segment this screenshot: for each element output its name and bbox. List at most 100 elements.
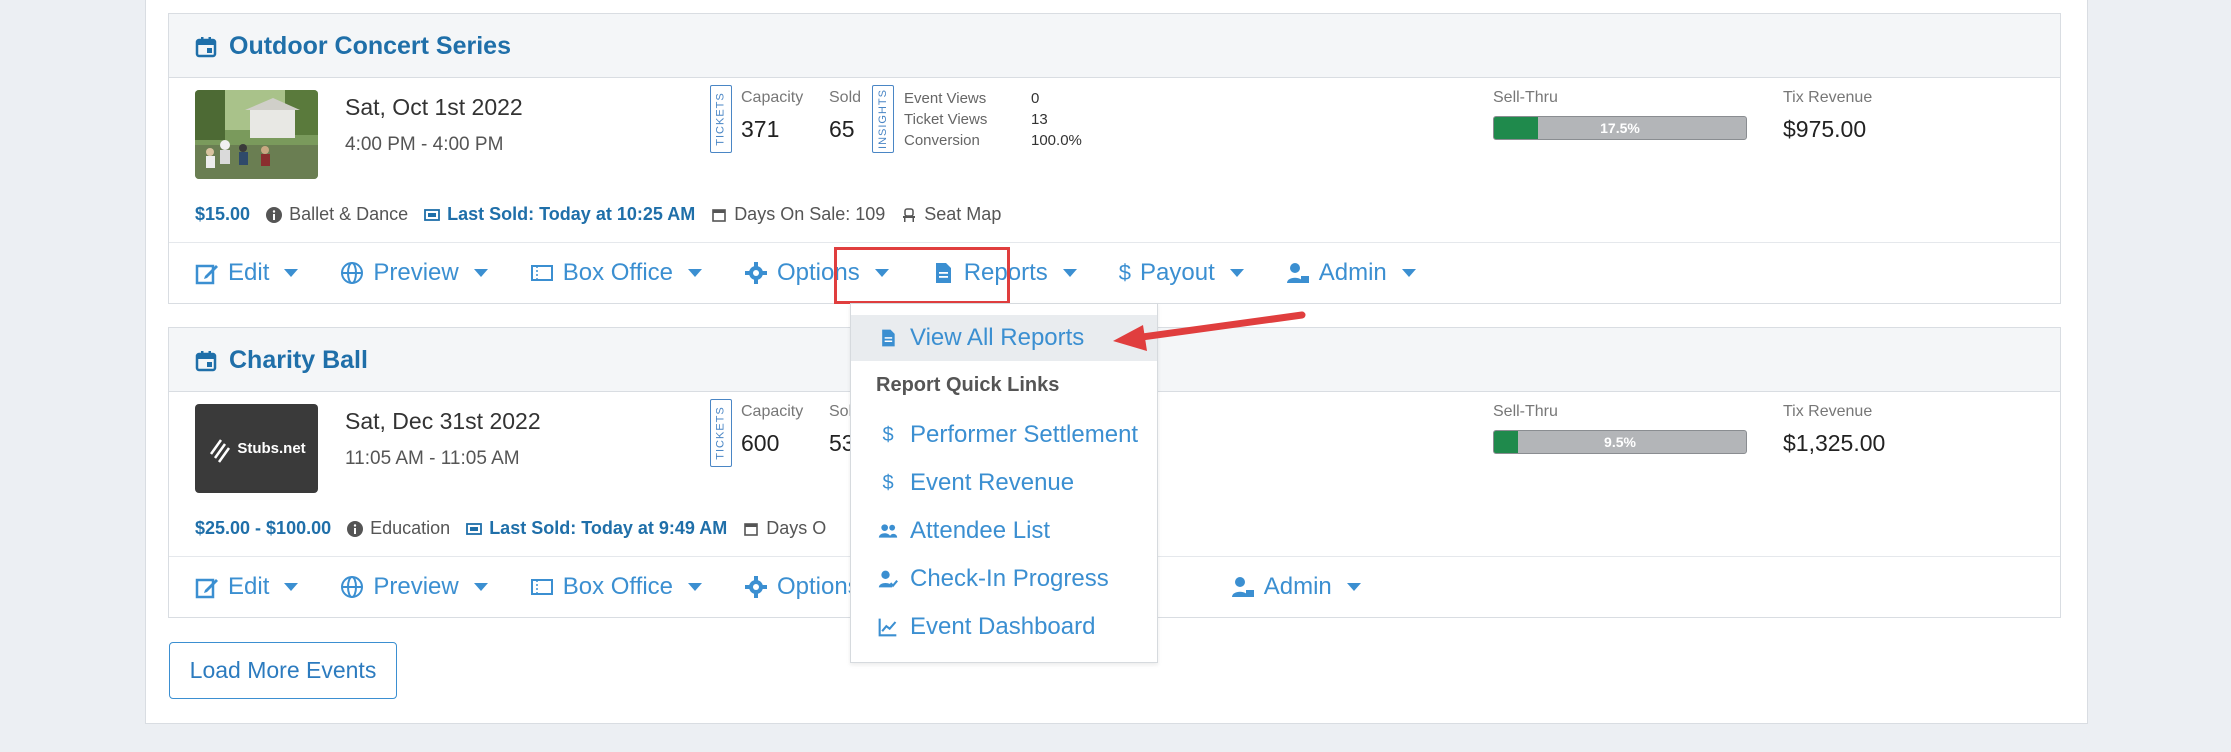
edit-label: Edit [228, 573, 270, 600]
insights-tag-label: INSIGHTS [877, 89, 890, 149]
last-sold: Last Sold: Today at 9:49 AM [466, 518, 727, 539]
event-revenue-label: Event Revenue [910, 469, 1075, 496]
load-more-button[interactable]: Load More Events [169, 642, 397, 699]
attendee-list-item[interactable]: Attendee List [851, 508, 1157, 554]
sellthru-label: Sell-Thru [1493, 403, 1558, 420]
file-icon [882, 329, 895, 347]
edit-dropdown[interactable]: Edit [195, 245, 310, 301]
days-on-sale: Days O [743, 518, 826, 539]
admin-label: Admin [1263, 573, 1332, 600]
event-price: $15.00 [195, 204, 251, 224]
chevron-down-icon [1401, 269, 1416, 277]
stubs-logo-icon [210, 438, 231, 463]
chevron-down-icon [284, 583, 299, 591]
report-quick-links-header: Report Quick Links [876, 374, 1060, 396]
revenue-label: Tix Revenue [1783, 403, 1873, 420]
seat-map-link[interactable]: Seat Map [901, 204, 1001, 225]
line-chart-icon [878, 618, 897, 637]
ticket-icon [530, 579, 553, 595]
gear-icon [745, 576, 767, 598]
edit-icon [195, 578, 218, 599]
insights-tag: INSIGHTS [872, 85, 894, 153]
box-office-label: Box Office [562, 259, 673, 286]
calendar-icon [712, 208, 726, 222]
event-category[interactable]: Education [347, 518, 450, 539]
insight-ticket-views-value: 13 [1031, 111, 1048, 128]
revenue-value: $1,325.00 [1783, 430, 1886, 456]
event-title[interactable]: Charity Ball [195, 346, 368, 375]
view-all-reports-label: View All Reports [910, 324, 1085, 351]
capacity-value: 371 [741, 116, 780, 142]
event-date: Sat, Dec 31st 2022 [345, 408, 541, 434]
sold-label: Sold [829, 89, 862, 106]
tickets-tag-label: TICKETS [715, 406, 728, 460]
info-icon [266, 206, 283, 223]
reports-dropdown-menu: View All Reports Report Quick Links $ Pe… [850, 303, 1158, 663]
box-office-dropdown[interactable]: Box Office [530, 245, 714, 301]
event-dashboard-label: Event Dashboard [910, 613, 1096, 640]
capacity-label: Capacity [741, 403, 804, 420]
event-thumbnail[interactable]: Stubs.net [195, 404, 318, 493]
event-dashboard-item[interactable]: Event Dashboard [851, 604, 1157, 650]
event-category[interactable]: Ballet & Dance [266, 204, 408, 225]
chevron-down-icon [1229, 269, 1244, 277]
ticket-icon [424, 208, 441, 221]
info-icon [347, 520, 364, 537]
attendee-list-label: Attendee List [910, 517, 1051, 544]
options-label: Options [777, 573, 860, 600]
sellthru-bar-text: 9.5% [1604, 434, 1636, 450]
check-in-progress-item[interactable]: Check-In Progress [851, 556, 1157, 602]
calendar-icon [195, 36, 217, 57]
chevron-down-icon [688, 269, 702, 277]
stubs-logo-text: Stubs.net [237, 440, 306, 457]
users-icon [878, 524, 898, 538]
event-revenue-item[interactable]: $ Event Revenue [851, 460, 1157, 506]
edit-dropdown[interactable]: Edit [195, 559, 310, 615]
event-title[interactable]: Outdoor Concert Series [195, 32, 511, 61]
insight-conversion-label: Conversion [904, 132, 980, 149]
preview-dropdown[interactable]: Preview [340, 245, 499, 301]
payout-dropdown[interactable]: $ Payout [1119, 245, 1256, 301]
sellthru-bar: 9.5% [1493, 430, 1747, 454]
seat-icon [903, 207, 916, 222]
chevron-down-icon [688, 583, 702, 591]
preview-label: Preview [373, 573, 459, 600]
payout-label: Payout [1140, 259, 1215, 286]
sold-label: Sol [829, 403, 853, 420]
insight-conversion-value: 100.0% [1031, 132, 1082, 149]
box-office-label: Box Office [562, 573, 673, 600]
chevron-down-icon [473, 269, 488, 277]
preview-dropdown[interactable]: Preview [340, 559, 499, 615]
reports-highlight-box [834, 247, 1010, 304]
preview-label: Preview [373, 259, 459, 286]
days-on-sale-text: Days On Sale: 109 [734, 204, 886, 224]
edit-icon [195, 264, 218, 285]
user-lock-icon [1286, 263, 1309, 283]
check-in-progress-label: Check-In Progress [910, 565, 1109, 592]
ticket-icon [466, 522, 483, 535]
admin-dropdown[interactable]: Admin [1231, 559, 1373, 615]
gear-icon [745, 262, 767, 284]
event-card-outdoor-concert: Outdoor Concert Series Sat, Oct 1st 2022… [168, 13, 2061, 304]
event-category-text: Education [370, 518, 451, 538]
admin-dropdown[interactable]: Admin [1286, 245, 1428, 301]
event-toolbar: Edit Preview Box Office Options Reports … [169, 243, 2060, 303]
event-time: 4:00 PM - 4:00 PM [345, 134, 504, 155]
event-card-body: Sat, Oct 1st 2022 4:00 PM - 4:00 PM TICK… [169, 78, 2060, 243]
performer-settlement-item[interactable]: $ Performer Settlement [851, 412, 1157, 458]
last-sold-text: Last Sold: Today at 10:25 AM [447, 204, 696, 224]
seat-map-text: Seat Map [924, 204, 1002, 224]
event-meta-row: $15.00 Ballet & Dance Last Sold: Today a… [195, 204, 1001, 225]
days-on-sale: Days On Sale: 109 [711, 204, 885, 225]
globe-icon [341, 576, 364, 598]
sold-value: 65 [829, 116, 855, 142]
sellthru-bar-text: 17.5% [1600, 120, 1640, 136]
chevron-down-icon [284, 269, 299, 277]
chevron-down-icon [473, 583, 488, 591]
event-thumbnail[interactable] [195, 90, 318, 179]
box-office-dropdown[interactable]: Box Office [530, 559, 714, 615]
event-title-text[interactable]: Outdoor Concert Series [229, 32, 511, 61]
event-title-text[interactable]: Charity Ball [229, 346, 368, 375]
event-date: Sat, Oct 1st 2022 [345, 94, 523, 120]
insight-ticket-views-label: Ticket Views [904, 111, 988, 128]
